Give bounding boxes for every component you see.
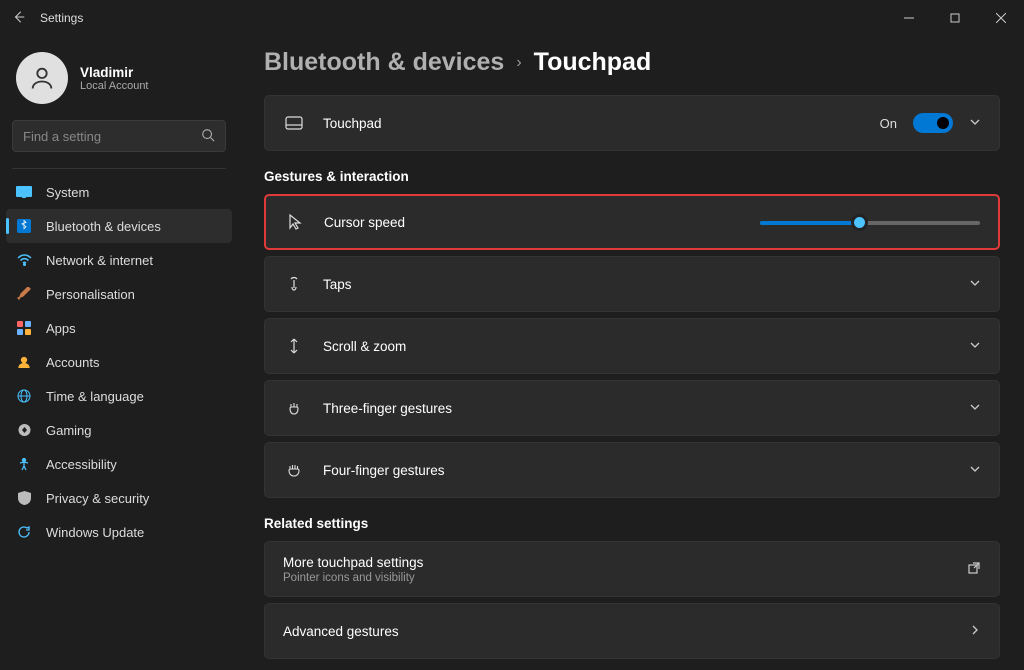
user-account-type: Local Account [80, 80, 149, 92]
sidebar-item-accessibility[interactable]: Accessibility [6, 447, 232, 481]
sidebar-item-network[interactable]: Network & internet [6, 243, 232, 277]
three-finger-icon [283, 400, 305, 416]
touchpad-toggle[interactable] [913, 113, 953, 133]
user-profile[interactable]: Vladimir Local Account [0, 44, 238, 120]
maximize-button[interactable] [932, 0, 978, 36]
sidebar-item-apps[interactable]: Apps [6, 311, 232, 345]
sidebar-item-label: Accounts [46, 355, 99, 370]
update-icon [16, 524, 32, 540]
search-icon [201, 128, 215, 145]
sidebar-item-label: Bluetooth & devices [46, 219, 161, 234]
search-box[interactable] [12, 120, 226, 152]
chevron-down-icon [969, 277, 981, 292]
accessibility-icon [16, 456, 32, 472]
sidebar-item-label: Gaming [46, 423, 92, 438]
open-external-icon [967, 561, 981, 578]
sidebar-item-time[interactable]: Time & language [6, 379, 232, 413]
back-button[interactable] [12, 10, 26, 27]
taps-label: Taps [323, 277, 969, 292]
minimize-button[interactable] [886, 0, 932, 36]
chevron-right-icon [969, 624, 981, 639]
apps-icon [16, 320, 32, 336]
window-title: Settings [40, 11, 83, 25]
taps-row[interactable]: Taps [264, 256, 1000, 312]
sidebar-item-label: Network & internet [46, 253, 153, 268]
chevron-down-icon[interactable] [969, 116, 981, 131]
four-finger-label: Four-finger gestures [323, 463, 969, 478]
page-title: Touchpad [534, 48, 652, 77]
sidebar: Vladimir Local Account System Bluetoot [0, 36, 238, 670]
chevron-right-icon: › [516, 54, 521, 72]
chevron-down-icon [969, 463, 981, 478]
cursor-icon [284, 214, 306, 230]
touchpad-icon [283, 116, 305, 130]
more-touchpad-label: More touchpad settings [283, 555, 967, 570]
sidebar-item-gaming[interactable]: Gaming [6, 413, 232, 447]
sidebar-item-label: Personalisation [46, 287, 135, 302]
sidebar-item-label: Time & language [46, 389, 144, 404]
toggle-state-text: On [880, 116, 897, 131]
three-finger-row[interactable]: Three-finger gestures [264, 380, 1000, 436]
display-icon [16, 184, 32, 200]
titlebar: Settings [0, 0, 1024, 36]
sidebar-item-privacy[interactable]: Privacy & security [6, 481, 232, 515]
person-icon [16, 354, 32, 370]
nav-list: System Bluetooth & devices Network & int… [0, 175, 238, 549]
scroll-zoom-row[interactable]: Scroll & zoom [264, 318, 1000, 374]
close-button[interactable] [978, 0, 1024, 36]
breadcrumb: Bluetooth & devices › Touchpad [264, 48, 1000, 77]
globe-icon [16, 388, 32, 404]
advanced-gestures-label: Advanced gestures [283, 624, 969, 639]
sidebar-item-update[interactable]: Windows Update [6, 515, 232, 549]
chevron-down-icon [969, 401, 981, 416]
four-finger-row[interactable]: Four-finger gestures [264, 442, 1000, 498]
cursor-speed-row: Cursor speed [264, 194, 1000, 250]
user-name: Vladimir [80, 65, 149, 80]
sidebar-item-system[interactable]: System [6, 175, 232, 209]
more-touchpad-row[interactable]: More touchpad settings Pointer icons and… [264, 541, 1000, 597]
gamepad-icon [16, 422, 32, 438]
sidebar-item-label: System [46, 185, 89, 200]
brush-icon [16, 286, 32, 302]
slider-thumb[interactable] [851, 214, 868, 231]
sidebar-item-label: Accessibility [46, 457, 117, 472]
scroll-icon [283, 338, 305, 354]
search-input[interactable] [23, 129, 201, 144]
breadcrumb-parent[interactable]: Bluetooth & devices [264, 48, 504, 77]
sidebar-item-label: Privacy & security [46, 491, 149, 506]
wifi-icon [16, 252, 32, 268]
three-finger-label: Three-finger gestures [323, 401, 969, 416]
sidebar-item-label: Windows Update [46, 525, 144, 540]
advanced-gestures-row[interactable]: Advanced gestures [264, 603, 1000, 659]
touchpad-label: Touchpad [323, 116, 880, 131]
cursor-speed-slider[interactable] [760, 212, 980, 232]
more-touchpad-sublabel: Pointer icons and visibility [283, 572, 967, 584]
touchpad-toggle-row[interactable]: Touchpad On [264, 95, 1000, 151]
slider-fill [760, 221, 859, 225]
sidebar-item-accounts[interactable]: Accounts [6, 345, 232, 379]
tap-icon [283, 276, 305, 292]
shield-icon [16, 490, 32, 506]
scroll-zoom-label: Scroll & zoom [323, 339, 969, 354]
section-gestures-title: Gestures & interaction [264, 169, 1000, 184]
sidebar-item-bluetooth[interactable]: Bluetooth & devices [6, 209, 232, 243]
cursor-speed-label: Cursor speed [324, 215, 760, 230]
sidebar-item-label: Apps [46, 321, 76, 336]
content: Bluetooth & devices › Touchpad Touchpad … [238, 36, 1024, 670]
section-related-title: Related settings [264, 516, 1000, 531]
chevron-down-icon [969, 339, 981, 354]
avatar [16, 52, 68, 104]
four-finger-icon [283, 462, 305, 478]
divider [12, 168, 226, 169]
sidebar-item-personalisation[interactable]: Personalisation [6, 277, 232, 311]
bluetooth-icon [16, 218, 32, 234]
